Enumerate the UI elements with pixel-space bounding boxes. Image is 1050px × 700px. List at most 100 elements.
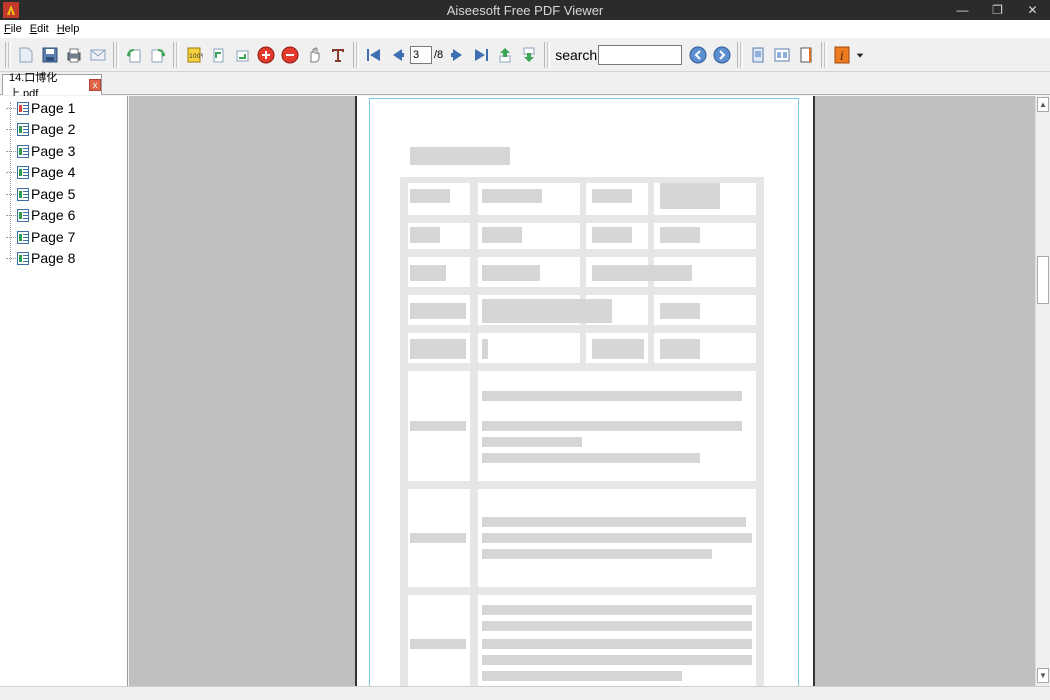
blurred-text [410, 639, 466, 649]
email-button[interactable] [86, 43, 110, 67]
blurred-text [660, 303, 700, 319]
blurred-text [592, 189, 632, 203]
go-forward-button[interactable] [517, 43, 541, 67]
first-page-button[interactable] [362, 43, 386, 67]
sidebar-item-page-3[interactable]: Page 3 [6, 141, 75, 161]
rotate-right-icon [151, 48, 165, 62]
blurred-text [482, 533, 752, 543]
blurred-text [410, 265, 446, 281]
blurred-text [592, 339, 644, 359]
menu-bar: File Edit Help [0, 20, 1050, 38]
blurred-text [482, 639, 752, 649]
document-viewer[interactable] [129, 96, 1035, 686]
scroll-thumb[interactable] [1037, 256, 1049, 304]
blurred-text [482, 621, 752, 631]
rotate-right-button[interactable] [146, 43, 170, 67]
sidebar-item-page-8[interactable]: Page 8 [6, 248, 75, 268]
search-label: search [555, 46, 598, 63]
text-select-button[interactable] [326, 43, 350, 67]
blurred-table-border [580, 177, 586, 367]
more-dropdown-button[interactable] [854, 43, 866, 67]
save-button[interactable] [38, 43, 62, 67]
zoom-out-button[interactable] [278, 43, 302, 67]
page-icon [17, 208, 29, 222]
blurred-text [482, 453, 700, 463]
page-count-label: /8 [434, 48, 444, 61]
scroll-down-icon[interactable]: ▼ [1037, 668, 1049, 683]
window-controls: — ❐ ✕ [945, 0, 1050, 20]
blurred-text [482, 299, 612, 323]
rotate-left-button[interactable] [122, 43, 146, 67]
page-icon [17, 251, 29, 265]
full-screen-button[interactable] [794, 43, 818, 67]
close-button[interactable]: ✕ [1015, 0, 1050, 20]
go-back-button[interactable] [493, 43, 517, 67]
status-bar [0, 686, 1050, 700]
blurred-text [410, 533, 466, 543]
restore-button[interactable]: ❐ [980, 0, 1015, 20]
toolbar-separator [5, 41, 11, 68]
minimize-button[interactable]: — [945, 0, 980, 20]
toolbar-separator [821, 41, 828, 68]
blurred-text [482, 549, 712, 559]
continuous-view-button[interactable] [770, 43, 794, 67]
search-next-button[interactable] [710, 43, 734, 67]
menu-help[interactable]: Help [53, 23, 84, 35]
hand-tool-button[interactable] [302, 43, 326, 67]
first-page-icon [367, 48, 380, 61]
blurred-text [592, 265, 692, 281]
sidebar-item-page-1[interactable]: Page 1 [6, 98, 75, 118]
next-page-button[interactable] [445, 43, 469, 67]
actual-size-button[interactable]: 100% [182, 43, 206, 67]
page-icon [17, 144, 29, 158]
toolbar-separator [544, 41, 551, 68]
blurred-table-border [400, 481, 764, 489]
info-icon: i [834, 46, 850, 63]
toolbar-separator [113, 41, 119, 68]
fit-page-button[interactable] [230, 43, 254, 67]
fit-width-icon [213, 48, 224, 62]
go-forward-icon [523, 47, 535, 62]
blurred-heading [410, 147, 510, 165]
window-title: Aiseesoft Free PDF Viewer [446, 2, 604, 18]
open-button[interactable] [14, 43, 38, 67]
page-number-input[interactable] [410, 45, 432, 64]
zoom-in-icon [257, 46, 275, 63]
single-page-view-button[interactable] [746, 43, 770, 67]
document-tab[interactable]: 14.口博化上.pdf x [2, 72, 102, 100]
print-button[interactable] [62, 43, 86, 67]
zoom-in-button[interactable] [254, 43, 278, 67]
search-previous-button[interactable] [686, 43, 710, 67]
previous-page-button[interactable] [386, 43, 410, 67]
sidebar-item-page-6[interactable]: Page 6 [6, 205, 75, 225]
sidebar-item-page-5[interactable]: Page 5 [6, 184, 75, 204]
fit-width-button[interactable] [206, 43, 230, 67]
sidebar-item-page-7[interactable]: Page 7 [6, 227, 75, 247]
full-screen-icon [800, 47, 812, 62]
blurred-table-border [400, 249, 764, 257]
pages-sidebar: Page 1 Page 2 Page 3 Page 4 Page 5 Page … [0, 96, 128, 686]
page-icon [17, 187, 29, 201]
scroll-up-icon[interactable]: ▲ [1037, 97, 1049, 112]
app-logo-icon[interactable] [3, 2, 19, 18]
vertical-scrollbar[interactable]: ▲ ▼ [1035, 96, 1050, 686]
single-page-icon [752, 47, 764, 62]
sidebar-item-page-4[interactable]: Page 4 [6, 162, 75, 182]
email-icon [90, 49, 106, 60]
blurred-text [410, 421, 466, 431]
current-page-frame [369, 98, 799, 686]
info-button[interactable]: i [830, 43, 854, 67]
menu-file[interactable]: File [0, 23, 26, 35]
title-bar: Aiseesoft Free PDF Viewer — ❐ ✕ [0, 0, 1050, 20]
sidebar-item-page-2[interactable]: Page 2 [6, 119, 75, 139]
hand-icon [310, 47, 320, 62]
blurred-text [410, 303, 466, 319]
close-tab-icon[interactable]: x [89, 79, 101, 91]
blurred-table-border [400, 215, 764, 223]
menu-edit[interactable]: Edit [26, 23, 53, 35]
search-input[interactable] [598, 44, 683, 65]
blurred-text [482, 605, 752, 615]
blurred-text [482, 671, 682, 681]
last-page-button[interactable] [469, 43, 493, 67]
fit-page-icon [236, 50, 249, 61]
